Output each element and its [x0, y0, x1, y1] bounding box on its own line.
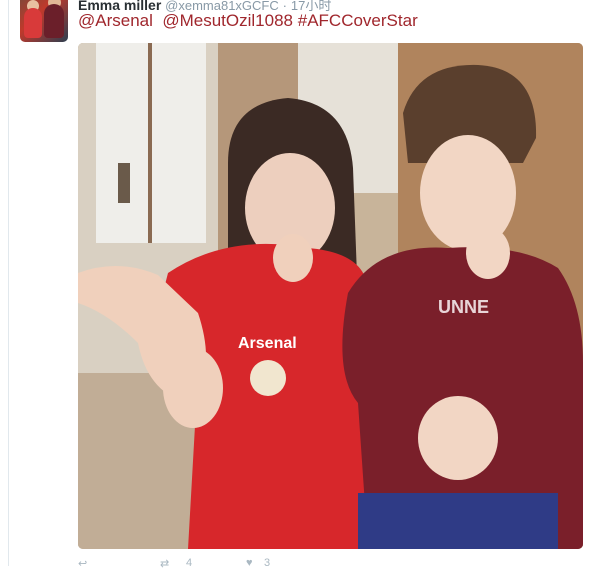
boy-hand [418, 396, 498, 480]
crest-icon [250, 360, 286, 396]
tweet-photo[interactable]: Arsenal UNNE [78, 43, 583, 549]
like-count: 3 [264, 557, 271, 569]
mention-mesut-ozil[interactable]: @MesutOzil1088 [162, 11, 293, 30]
tweet: Emma miller @xemma81xGCFC · 17小时 @Arsena… [0, 0, 597, 570]
boy-jeans [358, 493, 558, 549]
mention-arsenal[interactable]: @Arsenal [78, 11, 153, 30]
girl-fist [273, 234, 313, 282]
door-handle [118, 163, 130, 203]
timeline-divider [8, 0, 9, 566]
retweet-icon[interactable]: ⇄ [160, 557, 169, 570]
boy-fist [466, 227, 510, 279]
avatar[interactable] [20, 0, 68, 42]
like-icon[interactable]: ♥ [246, 557, 253, 569]
hoodie-lettering: UNNE [438, 297, 489, 317]
window-bar [148, 43, 152, 243]
reply-icon[interactable]: ↩ [78, 557, 87, 570]
photo-illustration: Arsenal UNNE [78, 43, 583, 549]
hashtag-afc-cover-star[interactable]: #AFCCoverStar [298, 11, 418, 30]
tweet-actions: ↩ ⇄ 4 ♥ 3 [78, 557, 378, 571]
shirt-lettering: Arsenal [238, 335, 297, 352]
girl-hand [163, 348, 223, 428]
avatar-person-body [24, 8, 42, 38]
retweet-count: 4 [186, 557, 193, 569]
avatar-person-body [44, 4, 64, 38]
tweet-text: @Arsenal @MesutOzil1088 #AFCCoverStar [78, 11, 418, 31]
